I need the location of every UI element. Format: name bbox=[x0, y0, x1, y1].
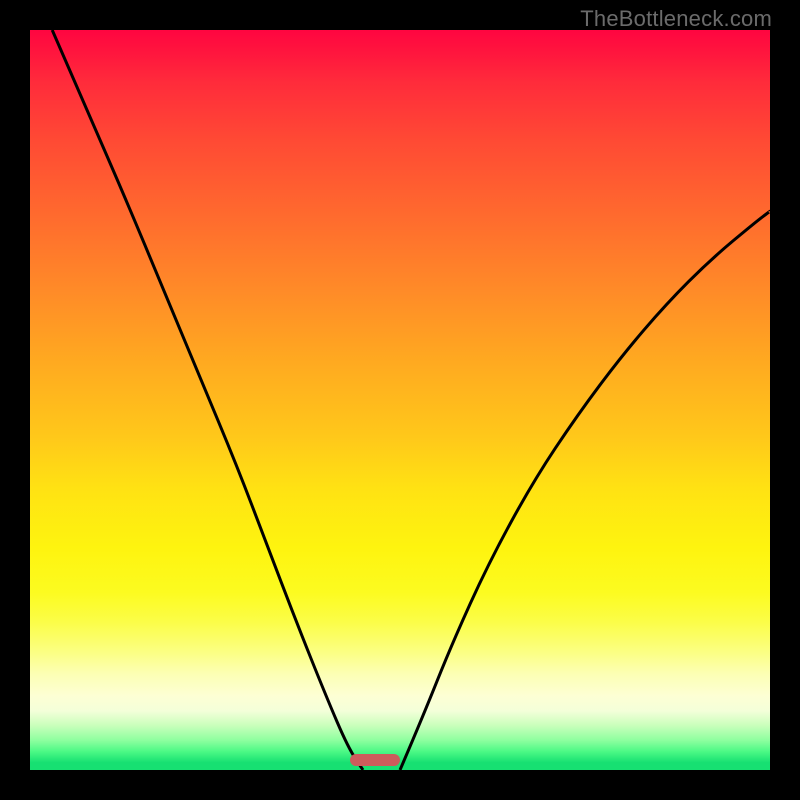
right-curve bbox=[400, 211, 770, 770]
left-curve bbox=[52, 30, 363, 770]
curves-svg bbox=[30, 30, 770, 770]
watermark-text: TheBottleneck.com bbox=[580, 6, 772, 32]
optimum-marker bbox=[350, 754, 400, 766]
chart-frame: TheBottleneck.com bbox=[0, 0, 800, 800]
